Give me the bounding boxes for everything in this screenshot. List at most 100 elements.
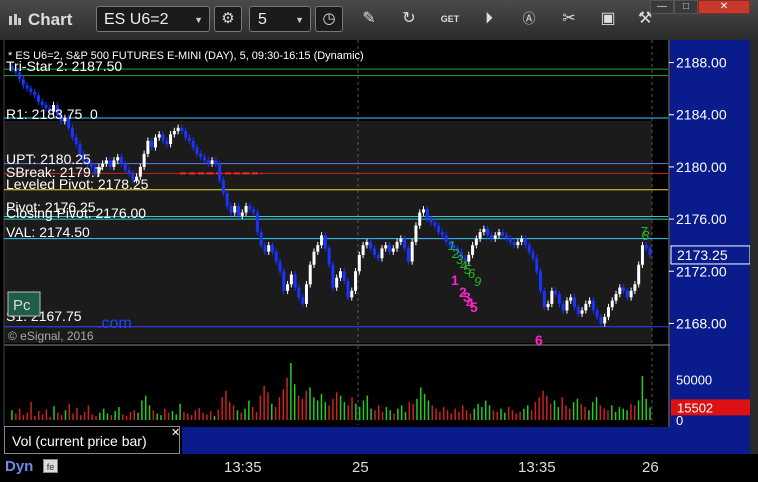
candle-body <box>546 303 550 308</box>
candle-body <box>482 228 486 233</box>
candle-body <box>29 88 33 92</box>
time-tick: 13:35 <box>518 459 556 476</box>
candle-body <box>301 297 305 304</box>
candle-body <box>289 274 293 285</box>
candle-body <box>561 303 565 311</box>
price-tick-label: 2172.00 <box>676 263 727 279</box>
candle-body <box>595 310 599 317</box>
candle-body <box>153 137 157 148</box>
tools-icon[interactable]: ✂ <box>558 8 580 30</box>
formula-icon[interactable]: fe <box>43 459 58 473</box>
candle-body <box>648 248 652 255</box>
close-button[interactable]: ✕ <box>698 0 750 14</box>
candle-body <box>244 206 248 213</box>
candle-body <box>248 206 252 210</box>
level-label: VAL: 2174.50 <box>6 224 90 240</box>
symbol-value: ES U6=2 <box>104 11 169 28</box>
candle-body <box>489 235 493 239</box>
price-tick-label: 2188.00 <box>676 55 727 71</box>
right-edge <box>750 40 758 482</box>
candle-body <box>403 238 407 249</box>
candle-body <box>380 248 384 259</box>
candle-body <box>119 157 123 164</box>
copyright: © eSignal, 2016 <box>8 329 94 343</box>
candle-body <box>157 134 161 138</box>
symbol-input[interactable]: ES U6=2 ▼ <box>96 6 210 32</box>
candle-body <box>267 245 271 252</box>
candle-body <box>557 294 561 304</box>
volume-panel-label[interactable]: Vol (current price bar) <box>4 426 180 454</box>
candle-body <box>474 238 478 246</box>
time-tick: 26 <box>642 459 659 476</box>
get-icon[interactable]: GET <box>439 8 461 30</box>
candle-body <box>467 254 471 262</box>
level-label: Closing Pivot: 2176.00 <box>6 205 146 221</box>
candle-body <box>274 251 278 262</box>
candle-body <box>471 245 475 255</box>
candle-body <box>221 179 225 193</box>
candle-body <box>622 287 626 291</box>
close-icon[interactable]: ✕ <box>171 426 180 439</box>
candle-body <box>169 134 173 145</box>
wave-label: 5 <box>470 299 478 315</box>
candle-body <box>505 235 509 239</box>
candle-body <box>293 274 297 288</box>
candle-body <box>259 232 263 246</box>
candle-body <box>255 212 259 233</box>
candle-body <box>165 140 169 145</box>
candle-body <box>342 271 346 282</box>
candle-body <box>437 225 441 233</box>
candle-body <box>554 290 558 295</box>
chevron-down-icon[interactable]: ▼ <box>194 7 203 33</box>
candle-body <box>572 297 576 308</box>
toolbar: Chart ES U6=2 ▼ ⚙ 5 ▼ ◷ ✎ ↻ GET ⏵ Ⓐ ✂ ▣ … <box>0 0 758 41</box>
candle-body <box>252 209 256 213</box>
candle-body <box>104 160 108 164</box>
refresh-icon[interactable]: ↻ <box>398 8 420 30</box>
candle-body <box>210 160 214 164</box>
level-label: Leveled Pivot: 2178.25 <box>6 176 149 192</box>
level-label: UPT: 2180.25 <box>6 151 91 167</box>
candle-body <box>146 140 150 154</box>
candle-body <box>486 228 490 236</box>
play-icon[interactable]: ⏵ <box>478 8 500 30</box>
auto-icon[interactable]: Ⓐ <box>518 8 540 30</box>
candle-body <box>542 290 546 308</box>
wave-label: 1 <box>451 272 459 288</box>
candle-body <box>497 232 501 236</box>
price-tick-label: 2180.00 <box>676 159 727 175</box>
maximize-button[interactable]: □ <box>674 0 698 14</box>
candle-body <box>391 248 395 252</box>
candle-body <box>603 316 607 324</box>
candle-body <box>399 238 403 242</box>
chart-area[interactable]: * ES U6=2, S&P 500 FUTURES E-MINI (DAY),… <box>0 40 750 427</box>
link-icon[interactable]: ⚙ <box>214 6 242 32</box>
chevron-down-icon[interactable]: ▼ <box>295 7 304 33</box>
candle-body <box>116 157 120 161</box>
minimize-button[interactable]: — <box>650 0 674 14</box>
candle-body <box>523 238 527 246</box>
message-icon[interactable]: ▣ <box>597 8 619 30</box>
candle-body <box>218 163 222 180</box>
candle-body <box>565 300 569 311</box>
candle-body <box>501 232 505 236</box>
candle-body <box>406 248 410 262</box>
candle-body <box>365 241 369 246</box>
candle-body <box>331 264 335 288</box>
candle-body <box>286 284 290 291</box>
pencil-icon[interactable]: ✎ <box>358 8 380 30</box>
candle-body <box>614 294 618 301</box>
candle-body <box>418 212 422 226</box>
interval-input[interactable]: 5 ▼ <box>249 6 311 32</box>
current-price-label: 2173.25 <box>677 247 728 263</box>
candle-body <box>640 245 644 265</box>
dynamic-label[interactable]: Dyn <box>5 458 33 475</box>
candle-body <box>240 212 244 216</box>
candle-body <box>433 222 437 226</box>
candle-body <box>618 287 622 295</box>
candle-body <box>142 153 146 167</box>
candle-body <box>176 127 180 132</box>
candle-body <box>40 101 44 105</box>
chart-app-icon <box>9 14 21 25</box>
clock-icon[interactable]: ◷ <box>315 6 343 32</box>
